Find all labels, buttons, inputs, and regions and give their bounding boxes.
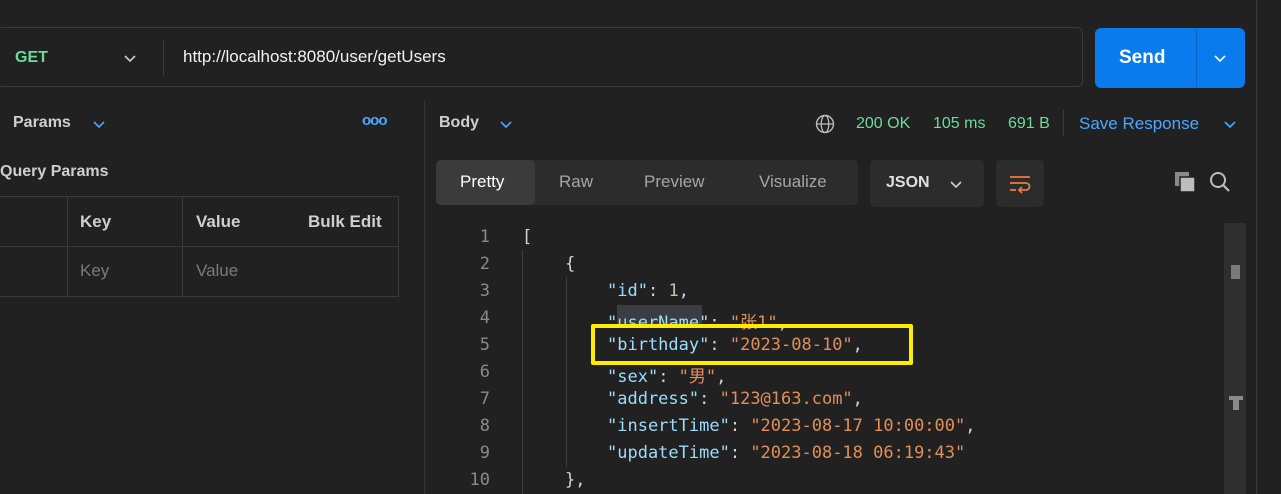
query-params-table: Key Value Bulk Edit Key Value bbox=[0, 196, 399, 297]
bulk-edit-link[interactable]: Bulk Edit bbox=[308, 212, 382, 232]
tab-preview[interactable]: Preview bbox=[644, 172, 704, 192]
status-badge[interactable]: 200 OK bbox=[856, 115, 910, 133]
wrap-lines-icon[interactable] bbox=[1008, 172, 1032, 196]
scrollbar[interactable] bbox=[1224, 223, 1246, 494]
header-divider bbox=[1063, 110, 1064, 136]
code-line[interactable]: "id": 1, bbox=[607, 281, 689, 301]
send-split-divider bbox=[1196, 29, 1197, 87]
table-cell bbox=[0, 196, 68, 247]
line-number: 1 bbox=[479, 227, 490, 247]
code-line[interactable]: { bbox=[565, 254, 575, 274]
globe-icon[interactable] bbox=[815, 114, 835, 134]
code-line[interactable]: "address": "123@163.com", bbox=[607, 389, 863, 409]
response-size[interactable]: 691 B bbox=[1008, 115, 1050, 133]
line-number: 5 bbox=[479, 335, 490, 355]
line-number: 10 bbox=[469, 470, 490, 490]
window-edge bbox=[1256, 0, 1257, 494]
code-line[interactable]: "insertTime": "2023-08-17 10:00:00", bbox=[607, 416, 976, 436]
chevron-down-icon[interactable] bbox=[1222, 116, 1238, 132]
line-number: 3 bbox=[479, 281, 490, 301]
line-number: 7 bbox=[479, 389, 490, 409]
scrollbar-marker bbox=[1233, 396, 1239, 410]
value-placeholder: Value bbox=[196, 261, 239, 280]
line-number: 8 bbox=[479, 416, 490, 436]
send-button-label[interactable]: Send bbox=[1119, 47, 1165, 69]
key-placeholder: Key bbox=[80, 261, 110, 280]
url-divider bbox=[163, 40, 164, 76]
chevron-down-icon[interactable] bbox=[948, 176, 964, 192]
url-input[interactable]: http://localhost:8080/user/getUsers bbox=[183, 47, 446, 67]
response-time[interactable]: 105 ms bbox=[933, 115, 985, 133]
line-number: 6 bbox=[479, 362, 490, 382]
code-line[interactable]: }, bbox=[565, 470, 585, 490]
value-input[interactable]: Value bbox=[182, 246, 399, 297]
indent-guide bbox=[522, 250, 523, 494]
table-cell bbox=[0, 246, 68, 297]
column-header: Value bbox=[196, 212, 241, 231]
line-number: 2 bbox=[479, 254, 490, 274]
annotation-highlight-box bbox=[591, 324, 913, 365]
copy-icon[interactable] bbox=[1173, 170, 1197, 194]
chevron-down-icon[interactable] bbox=[1212, 50, 1228, 66]
query-params-title: Query Params bbox=[0, 163, 109, 180]
pane-divider[interactable] bbox=[424, 100, 425, 494]
chevron-down-icon[interactable] bbox=[122, 50, 138, 66]
tab-raw[interactable]: Raw bbox=[559, 172, 593, 192]
line-number: 9 bbox=[479, 443, 490, 463]
chevron-down-icon[interactable] bbox=[91, 116, 107, 132]
params-tab[interactable]: Params bbox=[13, 114, 71, 132]
tab-pretty[interactable]: Pretty bbox=[460, 172, 504, 192]
code-line[interactable]: "updateTime": "2023-08-18 06:19:43" bbox=[607, 443, 965, 463]
column-header: Key bbox=[80, 212, 112, 231]
search-icon[interactable] bbox=[1208, 170, 1232, 194]
save-response-button[interactable]: Save Response bbox=[1079, 114, 1199, 134]
body-tab[interactable]: Body bbox=[439, 114, 479, 132]
table-header-value: Value Bulk Edit bbox=[182, 196, 399, 247]
indent-guide bbox=[566, 277, 567, 467]
more-options-icon[interactable]: ooo bbox=[362, 112, 387, 129]
chevron-down-icon[interactable] bbox=[498, 116, 514, 132]
tab-visualize[interactable]: Visualize bbox=[759, 172, 827, 192]
code-line[interactable]: [ bbox=[522, 227, 532, 247]
line-number: 4 bbox=[479, 308, 490, 328]
scrollbar-thumb[interactable] bbox=[1231, 265, 1240, 279]
table-header-key: Key bbox=[67, 196, 183, 247]
method-select[interactable]: GET bbox=[15, 49, 48, 67]
format-select-label[interactable]: JSON bbox=[886, 174, 930, 192]
key-input[interactable]: Key bbox=[67, 246, 183, 297]
code-line[interactable]: "sex": "男", bbox=[607, 362, 726, 387]
